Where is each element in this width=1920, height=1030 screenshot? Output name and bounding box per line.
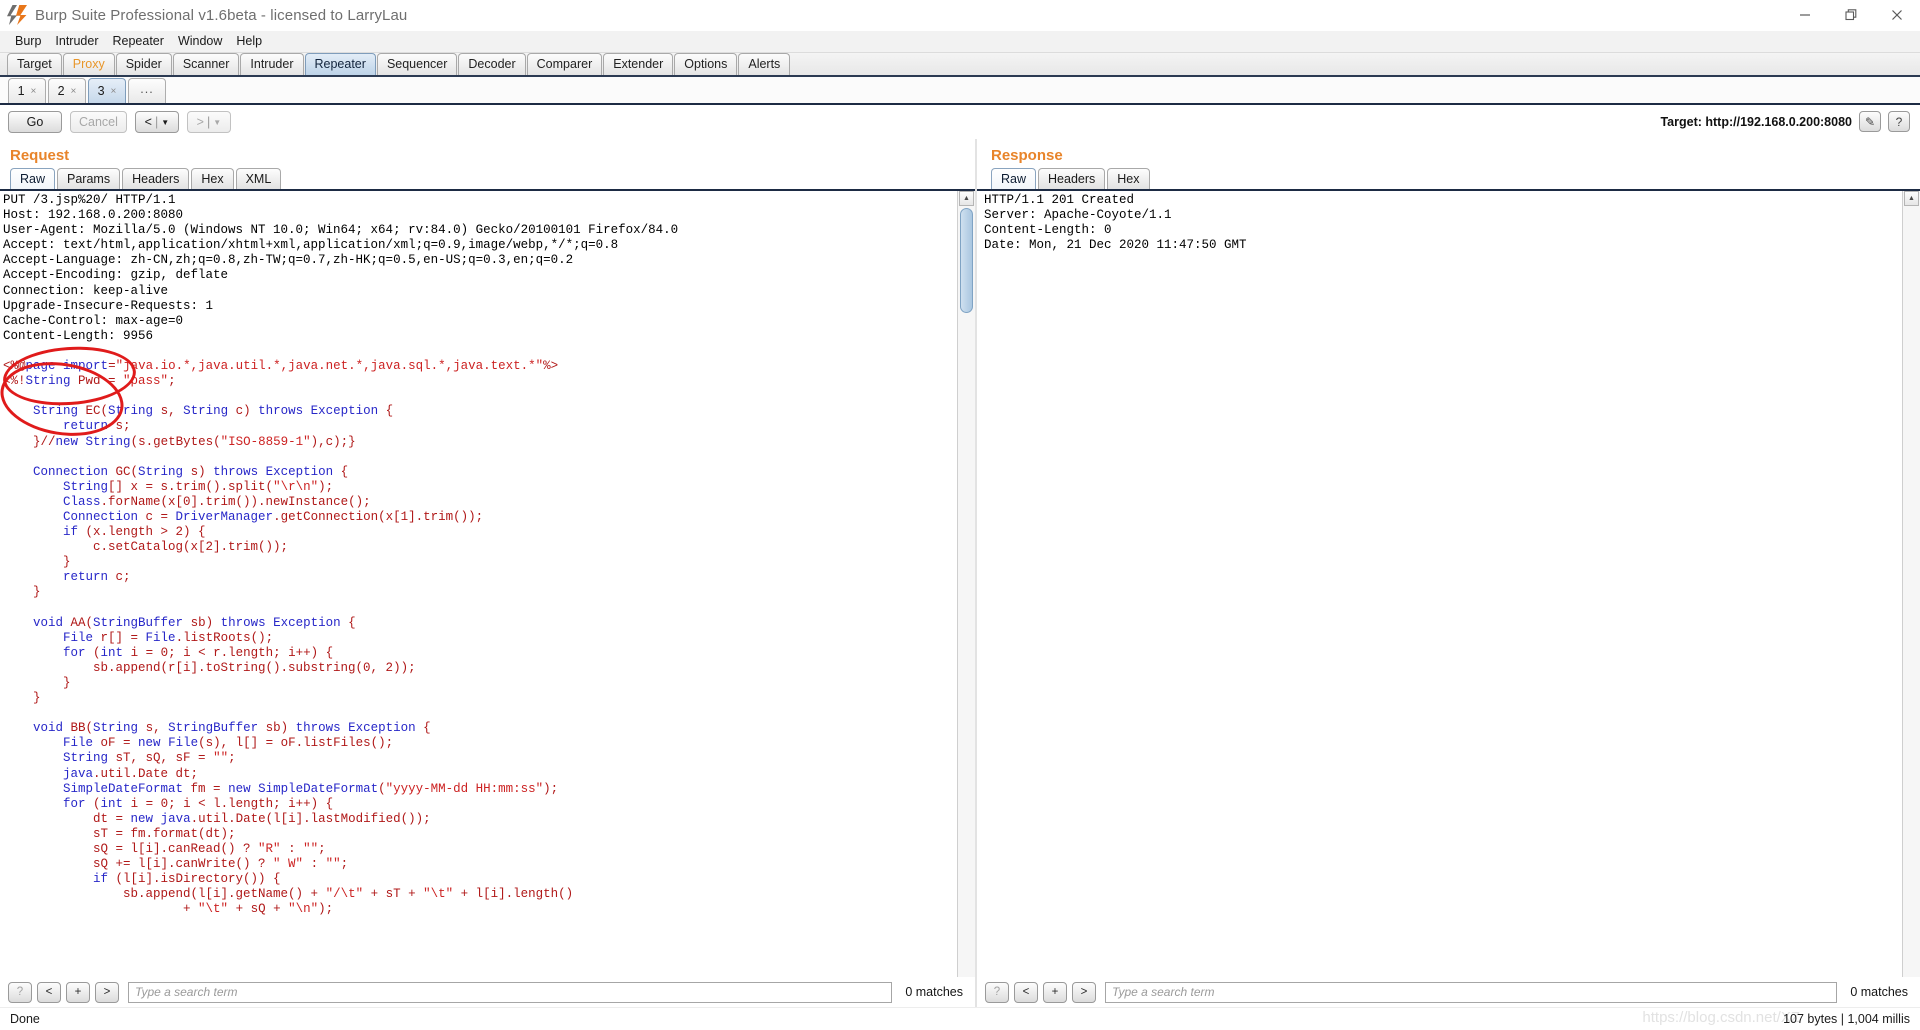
response-title: Response: [991, 147, 1063, 164]
response-pane: Response Raw Headers Hex HTTP/1.1 201 Cr…: [977, 139, 1920, 1007]
tab-extender[interactable]: Extender: [603, 53, 674, 75]
repeater-tab-strip: 1 × 2 × 3 × ...: [0, 77, 1920, 105]
response-body-wrap: HTTP/1.1 201 Created Server: Apache-Coyot…: [977, 191, 1920, 977]
response-stats: 107 bytes | 1,004 millis: [1783, 1012, 1910, 1026]
response-scroll-up-icon[interactable]: ▲: [1904, 191, 1919, 206]
request-search-bar: ? < + > Type a search term 0 matches: [0, 977, 975, 1007]
repeater-tab-3-close-icon[interactable]: ×: [111, 86, 117, 97]
request-match-count: 0 matches: [905, 985, 963, 999]
tab-alerts[interactable]: Alerts: [738, 53, 791, 75]
response-scrollbar[interactable]: ▲: [1902, 191, 1920, 977]
repeater-tab-1-close-icon[interactable]: ×: [31, 86, 37, 97]
request-search-input[interactable]: Type a search term: [128, 981, 893, 1003]
request-search-next-button[interactable]: >: [95, 981, 119, 1003]
chevron-down-icon-forward: ▼: [213, 117, 222, 127]
status-text: Done: [10, 1012, 40, 1026]
request-tab-strip: Raw Params Headers Hex XML: [0, 168, 975, 191]
repeater-tab-2-label: 2: [57, 84, 65, 98]
restore-icon[interactable]: [1828, 0, 1874, 30]
menu-item-intruder[interactable]: Intruder: [48, 31, 105, 52]
close-icon[interactable]: [1874, 0, 1920, 30]
tab-options[interactable]: Options: [674, 53, 738, 75]
tab-comparer[interactable]: Comparer: [526, 53, 603, 75]
tab-sequencer[interactable]: Sequencer: [376, 53, 458, 75]
response-search-bar: ? < + > Type a search term 0 matches: [977, 977, 1920, 1007]
response-match-count: 0 matches: [1850, 985, 1908, 999]
response-tab-hex[interactable]: Hex: [1107, 168, 1150, 189]
tab-repeater[interactable]: Repeater: [304, 53, 376, 75]
watermark-text: https://blog.csdn.net/XZ: [1642, 1009, 1800, 1026]
response-raw-editor[interactable]: HTTP/1.1 201 Created Server: Apache-Coyot…: [977, 191, 1902, 977]
chevron-down-icon: ▼: [161, 117, 170, 127]
request-pane: Request Raw Params Headers Hex XML PUT /…: [0, 139, 977, 1007]
menu-bar: Burp Intruder Repeater Window Help: [0, 31, 1920, 53]
tab-decoder[interactable]: Decoder: [458, 53, 526, 75]
tab-target[interactable]: Target: [7, 53, 62, 75]
repeater-tab-2[interactable]: 2 ×: [48, 78, 86, 103]
menu-item-repeater[interactable]: Repeater: [106, 31, 171, 52]
request-body-wrap: PUT /3.jsp%20/ HTTP/1.1 Host: 192.168.0.2…: [0, 191, 975, 977]
request-response-split: Request Raw Params Headers Hex XML PUT /…: [0, 139, 1920, 1007]
forward-arrow-icon: >: [196, 115, 204, 129]
scroll-up-icon[interactable]: ▲: [959, 191, 974, 206]
response-search-next-button[interactable]: >: [1072, 981, 1096, 1003]
response-search-help-button[interactable]: ?: [985, 981, 1009, 1003]
scrollbar-thumb[interactable]: [960, 208, 973, 313]
repeater-tab-1-label: 1: [17, 84, 25, 98]
response-search-add-button[interactable]: +: [1043, 981, 1067, 1003]
response-tab-strip: Raw Headers Hex: [977, 168, 1920, 191]
tab-intruder[interactable]: Intruder: [240, 53, 304, 75]
response-search-input[interactable]: Type a search term: [1105, 981, 1838, 1003]
response-search-prev-button[interactable]: <: [1014, 981, 1038, 1003]
go-button[interactable]: Go: [8, 111, 62, 133]
back-arrow-icon: <: [144, 115, 152, 129]
request-search-prev-button[interactable]: <: [37, 981, 61, 1003]
request-raw-editor[interactable]: PUT /3.jsp%20/ HTTP/1.1 Host: 192.168.0.2…: [0, 191, 957, 977]
request-search-add-button[interactable]: +: [66, 981, 90, 1003]
repeater-tab-3-label: 3: [97, 84, 105, 98]
request-scrollbar[interactable]: ▲: [957, 191, 975, 977]
request-tab-headers[interactable]: Headers: [122, 168, 190, 189]
back-button[interactable]: < | ▼: [134, 111, 179, 133]
forward-button: > | ▼: [186, 111, 231, 133]
burp-logo-icon: [7, 5, 27, 25]
menu-item-window[interactable]: Window: [171, 31, 229, 52]
menu-item-help[interactable]: Help: [229, 31, 269, 52]
edit-target-pencil-icon[interactable]: ✎: [1859, 111, 1881, 132]
minimize-icon[interactable]: [1782, 0, 1828, 30]
main-tab-strip: Target Proxy Spider Scanner Intruder Rep…: [0, 53, 1920, 77]
cancel-button: Cancel: [70, 111, 127, 133]
request-tab-hex[interactable]: Hex: [191, 168, 234, 189]
tab-proxy[interactable]: Proxy: [62, 53, 115, 75]
request-tab-xml[interactable]: XML: [235, 168, 282, 189]
tab-spider[interactable]: Spider: [115, 53, 172, 75]
target-area: Target: http://192.168.0.200:8080 ✎ ?: [1660, 111, 1910, 132]
forward-separator: |: [206, 115, 211, 129]
repeater-new-tab-button[interactable]: ...: [128, 78, 166, 103]
response-tab-headers[interactable]: Headers: [1038, 168, 1106, 189]
request-title: Request: [10, 147, 70, 164]
repeater-toolbar: Go Cancel < | ▼ > | ▼ Target: http://192…: [0, 105, 1920, 139]
request-tab-raw[interactable]: Raw: [10, 168, 56, 189]
tab-scanner[interactable]: Scanner: [172, 53, 240, 75]
repeater-tab-2-close-icon[interactable]: ×: [71, 86, 77, 97]
request-tab-params[interactable]: Params: [57, 168, 121, 189]
back-separator: |: [154, 115, 159, 129]
response-tab-raw[interactable]: Raw: [991, 168, 1037, 189]
menu-item-burp[interactable]: Burp: [8, 31, 48, 52]
window-title: Burp Suite Professional v1.6beta - licen…: [35, 6, 408, 24]
repeater-tab-1[interactable]: 1 ×: [8, 78, 46, 103]
burp-suite-window: Burp Suite Professional v1.6beta - licen…: [0, 0, 1920, 1030]
status-bar: Done https://blog.csdn.net/XZ 107 bytes …: [0, 1007, 1920, 1030]
help-button[interactable]: ?: [1888, 111, 1910, 132]
target-label: Target: http://192.168.0.200:8080: [1660, 114, 1852, 129]
repeater-tab-3[interactable]: 3 ×: [88, 78, 126, 103]
request-search-help-button[interactable]: ?: [8, 981, 32, 1003]
title-bar: Burp Suite Professional v1.6beta - licen…: [0, 0, 1920, 31]
window-controls: [1782, 0, 1920, 30]
